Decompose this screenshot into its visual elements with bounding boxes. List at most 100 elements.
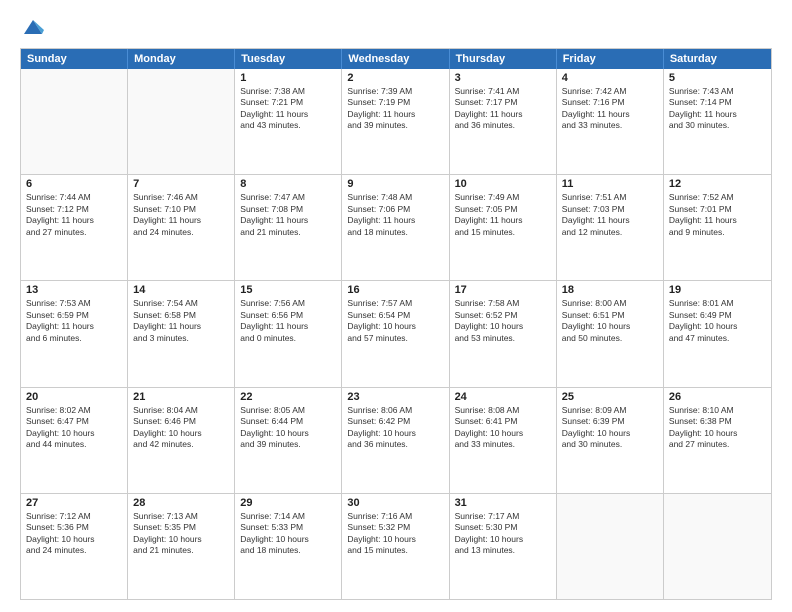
cell-info-line: Sunrise: 8:05 AM — [240, 405, 336, 416]
day-number: 9 — [347, 178, 443, 190]
cell-info-line: Sunrise: 7:52 AM — [669, 192, 766, 203]
day-number: 3 — [455, 72, 551, 84]
cell-info-line: Daylight: 10 hours — [133, 428, 229, 439]
cell-info-line: Daylight: 11 hours — [240, 215, 336, 226]
cell-info-line: Daylight: 11 hours — [240, 321, 336, 332]
day-number: 2 — [347, 72, 443, 84]
cell-info-line: and 50 minutes. — [562, 333, 658, 344]
day-number: 6 — [26, 178, 122, 190]
cell-info-line: and 39 minutes. — [347, 120, 443, 131]
day-cell-11: 11Sunrise: 7:51 AMSunset: 7:03 PMDayligh… — [557, 175, 664, 280]
cell-info-line: Sunset: 6:46 PM — [133, 416, 229, 427]
cell-info-line: and 18 minutes. — [347, 227, 443, 238]
cell-info-line: Daylight: 10 hours — [26, 428, 122, 439]
calendar-row-4: 20Sunrise: 8:02 AMSunset: 6:47 PMDayligh… — [21, 387, 771, 493]
day-number: 11 — [562, 178, 658, 190]
day-cell-30: 30Sunrise: 7:16 AMSunset: 5:32 PMDayligh… — [342, 494, 449, 599]
day-cell-29: 29Sunrise: 7:14 AMSunset: 5:33 PMDayligh… — [235, 494, 342, 599]
day-number: 4 — [562, 72, 658, 84]
cell-info-line: Sunset: 5:35 PM — [133, 522, 229, 533]
cell-info-line: and 24 minutes. — [133, 227, 229, 238]
page: SundayMondayTuesdayWednesdayThursdayFrid… — [0, 0, 792, 612]
cell-info-line: Sunrise: 8:01 AM — [669, 298, 766, 309]
day-header-tuesday: Tuesday — [235, 49, 342, 69]
day-number: 8 — [240, 178, 336, 190]
cell-info-line: Daylight: 10 hours — [562, 321, 658, 332]
cell-info-line: and 33 minutes. — [455, 439, 551, 450]
cell-info-line: and 53 minutes. — [455, 333, 551, 344]
day-cell-22: 22Sunrise: 8:05 AMSunset: 6:44 PMDayligh… — [235, 388, 342, 493]
cell-info-line: Sunrise: 8:06 AM — [347, 405, 443, 416]
cell-info-line: and 30 minutes. — [669, 120, 766, 131]
empty-cell — [557, 494, 664, 599]
calendar-row-2: 6 Sunrise: 7:44 AMSunset: 7:12 PM Daylight… — [21, 174, 771, 280]
cell-info-line: Sunrise: 7:44 AM — [26, 192, 122, 203]
cell-info-line: Sunrise: 7:41 AM — [455, 86, 551, 97]
cell-info-line: Daylight: 11 hours — [240, 109, 336, 120]
cell-info-line: Sunset: 6:54 PM — [347, 310, 443, 321]
day-header-friday: Friday — [557, 49, 664, 69]
cell-info-line: and 3 minutes. — [133, 333, 229, 344]
day-cell-21: 21Sunrise: 8:04 AMSunset: 6:46 PMDayligh… — [128, 388, 235, 493]
cell-info-line: Sunrise: 8:10 AM — [669, 405, 766, 416]
cell-info-line: Daylight: 11 hours — [562, 109, 658, 120]
cell-info-line: Sunrise: 7:39 AM — [347, 86, 443, 97]
cell-info-line: Sunset: 6:42 PM — [347, 416, 443, 427]
day-cell-23: 23Sunrise: 8:06 AMSunset: 6:42 PMDayligh… — [342, 388, 449, 493]
day-cell-15: 15Sunrise: 7:56 AMSunset: 6:56 PMDayligh… — [235, 281, 342, 386]
cell-info-line: Daylight: 11 hours — [669, 215, 766, 226]
cell-info-line: Daylight: 11 hours — [669, 109, 766, 120]
day-number: 27 — [26, 497, 122, 509]
cell-info-line: Sunset: 5:36 PM — [26, 522, 122, 533]
day-cell-16: 16Sunrise: 7:57 AMSunset: 6:54 PMDayligh… — [342, 281, 449, 386]
cell-info-line: Sunrise: 7:56 AM — [240, 298, 336, 309]
day-cell-10: 10Sunrise: 7:49 AMSunset: 7:05 PMDayligh… — [450, 175, 557, 280]
empty-cell — [664, 494, 771, 599]
day-number: 17 — [455, 284, 551, 296]
day-cell-6: 6Sunrise: 7:44 AMSunset: 7:12 PMDaylight… — [21, 175, 128, 280]
cell-info-line: Sunset: 7:12 PM — [26, 204, 122, 215]
cell-info-line: Sunrise: 7:13 AM — [133, 511, 229, 522]
calendar-row-1: 1Sunrise: 7:38 AMSunset: 7:21 PMDaylight… — [21, 69, 771, 174]
cell-info-line: Sunrise: 7:48 AM — [347, 192, 443, 203]
cell-info-line: Daylight: 11 hours — [26, 321, 122, 332]
cell-info-line: Sunset: 7:14 PM — [669, 97, 766, 108]
cell-info-line: and 39 minutes. — [240, 439, 336, 450]
cell-info-line: Daylight: 10 hours — [455, 428, 551, 439]
cell-info-line: Daylight: 10 hours — [347, 428, 443, 439]
day-cell-14: 14Sunrise: 7:54 AMSunset: 6:58 PMDayligh… — [128, 281, 235, 386]
cell-info-line: Sunset: 5:32 PM — [347, 522, 443, 533]
cell-info-line: Sunrise: 7:46 AM — [133, 192, 229, 203]
day-number: 19 — [669, 284, 766, 296]
day-number: 12 — [669, 178, 766, 190]
day-number: 31 — [455, 497, 551, 509]
cell-info-line: Sunrise: 7:49 AM — [455, 192, 551, 203]
cell-info-line: Sunrise: 7:51 AM — [562, 192, 658, 203]
day-header-saturday: Saturday — [664, 49, 771, 69]
cell-info-line: Sunrise: 7:16 AM — [347, 511, 443, 522]
cell-info-line: Sunrise: 7:38 AM — [240, 86, 336, 97]
cell-info-line: Daylight: 11 hours — [455, 215, 551, 226]
day-number: 26 — [669, 391, 766, 403]
cell-info-line: Daylight: 11 hours — [347, 109, 443, 120]
cell-info-line: Daylight: 10 hours — [455, 321, 551, 332]
day-number: 25 — [562, 391, 658, 403]
cell-info-line: Sunrise: 7:17 AM — [455, 511, 551, 522]
day-number: 29 — [240, 497, 336, 509]
cell-info-line: and 27 minutes. — [26, 227, 122, 238]
day-cell-27: 27Sunrise: 7:12 AMSunset: 5:36 PMDayligh… — [21, 494, 128, 599]
day-number: 13 — [26, 284, 122, 296]
day-number: 28 — [133, 497, 229, 509]
cell-info-line: Sunset: 6:41 PM — [455, 416, 551, 427]
header — [20, 16, 772, 38]
cell-info-line: Sunrise: 7:53 AM — [26, 298, 122, 309]
day-cell-8: 8Sunrise: 7:47 AMSunset: 7:08 PMDaylight… — [235, 175, 342, 280]
cell-info-line: and 27 minutes. — [669, 439, 766, 450]
day-number: 14 — [133, 284, 229, 296]
day-header-thursday: Thursday — [450, 49, 557, 69]
cell-info-line: Sunset: 6:38 PM — [669, 416, 766, 427]
cell-info-line: and 21 minutes. — [133, 545, 229, 556]
cell-info-line: Sunrise: 7:12 AM — [26, 511, 122, 522]
day-cell-20: 20Sunrise: 8:02 AMSunset: 6:47 PMDayligh… — [21, 388, 128, 493]
cell-info-line: Sunset: 7:17 PM — [455, 97, 551, 108]
